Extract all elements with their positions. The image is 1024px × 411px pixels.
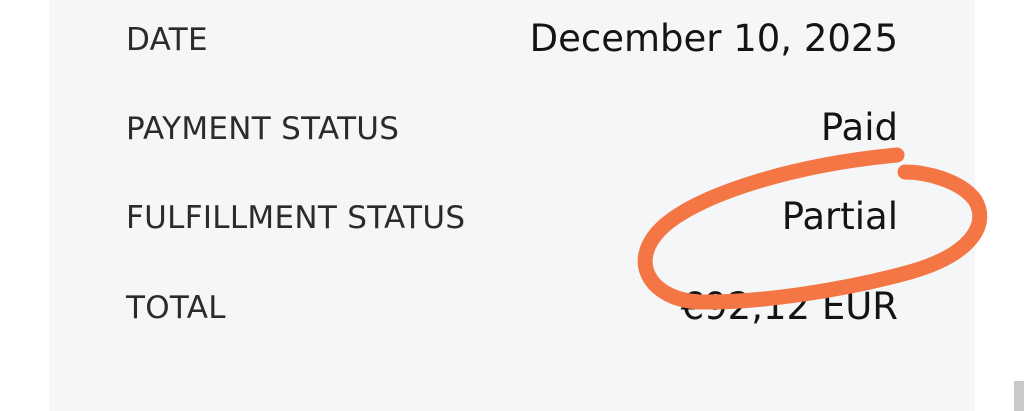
detail-row-payment-status: PAYMENT STATUS Paid [126, 101, 898, 161]
payment-status-label: PAYMENT STATUS [126, 111, 400, 147]
detail-row-total: TOTAL €92,12 EUR [126, 280, 898, 340]
payment-status-value: Paid [820, 106, 898, 149]
detail-row-fulfillment-status: FULFILLMENT STATUS Partial [126, 190, 898, 250]
order-details-panel: DATE December 10, 2025 PAYMENT STATUS Pa… [49, 0, 975, 411]
detail-row-date: DATE December 10, 2025 [126, 12, 898, 72]
total-label: TOTAL [126, 290, 226, 326]
date-label: DATE [126, 22, 208, 58]
scrollbar-thumb[interactable] [1014, 381, 1024, 411]
fulfillment-status-label: FULFILLMENT STATUS [126, 200, 466, 236]
fulfillment-status-value: Partial [781, 195, 898, 238]
date-value: December 10, 2025 [529, 17, 898, 60]
total-value: €92,12 EUR [680, 285, 898, 328]
